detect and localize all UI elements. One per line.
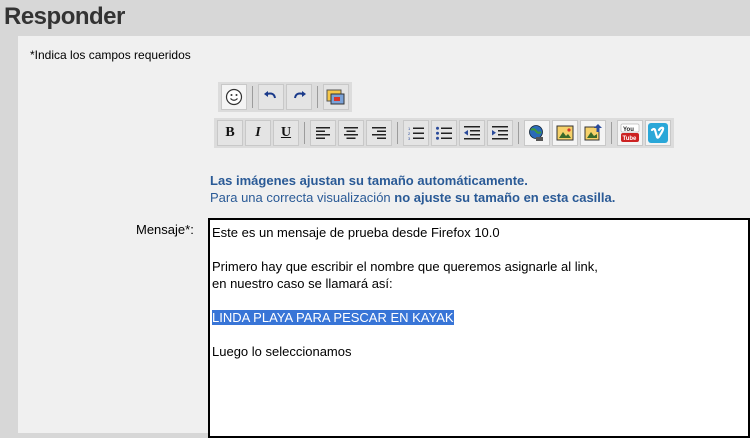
toolbar-row-2: B I U 1 2 3 You Tube	[214, 118, 674, 148]
align-center-icon	[344, 127, 358, 139]
message-editor[interactable]: Este es un mensaje de prueba desde Firef…	[208, 218, 750, 438]
info-line-2: Para una correcta visualización no ajust…	[210, 190, 616, 205]
insert-link-button[interactable]	[524, 120, 550, 146]
undo-button[interactable]	[258, 84, 284, 110]
svg-text:You: You	[623, 127, 634, 133]
align-left-button[interactable]	[310, 120, 336, 146]
selected-text[interactable]: LINDA PLAYA PARA PESCAR EN KAYAK	[212, 310, 454, 325]
align-left-icon	[316, 127, 330, 139]
youtube-icon: You Tube	[620, 123, 640, 142]
outdent-icon	[464, 126, 480, 140]
smiley-icon	[225, 88, 243, 106]
insert-image-button[interactable]	[552, 120, 578, 146]
smiley-button[interactable]	[221, 84, 247, 110]
globe-link-icon	[529, 125, 543, 141]
upload-image-button[interactable]	[580, 120, 606, 146]
message-label: Mensaje*:	[136, 222, 194, 237]
svg-text:3: 3	[408, 136, 411, 140]
vimeo-icon	[648, 123, 668, 143]
image-icon	[556, 125, 574, 141]
indent-button[interactable]	[487, 120, 513, 146]
indent-icon	[492, 126, 508, 140]
vimeo-button[interactable]	[645, 120, 671, 146]
align-right-button[interactable]	[366, 120, 392, 146]
youtube-button[interactable]: You Tube	[617, 120, 643, 146]
insert-media-icon	[326, 89, 345, 105]
editor-line: Primero hay que escribir el nombre que q…	[212, 259, 598, 274]
bullet-list-button[interactable]	[431, 120, 457, 146]
redo-icon	[294, 91, 306, 99]
toolbar-separator	[317, 86, 318, 108]
required-fields-note: *Indica los campos requeridos	[30, 48, 191, 62]
bullet-list-icon	[436, 126, 452, 140]
upload-image-icon	[584, 124, 602, 141]
page-title: Responder	[4, 3, 125, 30]
redo-button[interactable]	[286, 84, 312, 110]
insert-media-button[interactable]	[323, 84, 349, 110]
toolbar-separator	[304, 122, 305, 144]
numbered-list-icon: 1 2 3	[408, 126, 424, 140]
toolbar-separator	[518, 122, 519, 144]
toolbar-separator	[252, 86, 253, 108]
info-line-1: Las imágenes ajustan su tamaño automátic…	[210, 173, 528, 188]
align-right-icon	[372, 127, 386, 139]
bold-button[interactable]: B	[217, 120, 243, 146]
toolbar-separator	[611, 122, 612, 144]
reply-form: *Indica los campos requeridos B I U 1 2 …	[18, 36, 750, 438]
align-center-button[interactable]	[338, 120, 364, 146]
undo-icon	[264, 91, 276, 99]
italic-button[interactable]: I	[245, 120, 271, 146]
numbered-list-button[interactable]: 1 2 3	[403, 120, 429, 146]
svg-text:Tube: Tube	[623, 136, 638, 142]
underline-button[interactable]: U	[273, 120, 299, 146]
editor-line: Luego lo seleccionamos	[212, 344, 352, 359]
editor-line: en nuestro caso se llamará así:	[212, 276, 393, 291]
toolbar-row-1	[218, 82, 352, 112]
toolbar-separator	[397, 122, 398, 144]
image-resize-info: Las imágenes ajustan su tamaño automátic…	[210, 172, 615, 206]
editor-line-selected: LINDA PLAYA PARA PESCAR EN KAYAK	[212, 309, 748, 326]
editor-line: Este es un mensaje de prueba desde Firef…	[212, 225, 500, 240]
outdent-button[interactable]	[459, 120, 485, 146]
